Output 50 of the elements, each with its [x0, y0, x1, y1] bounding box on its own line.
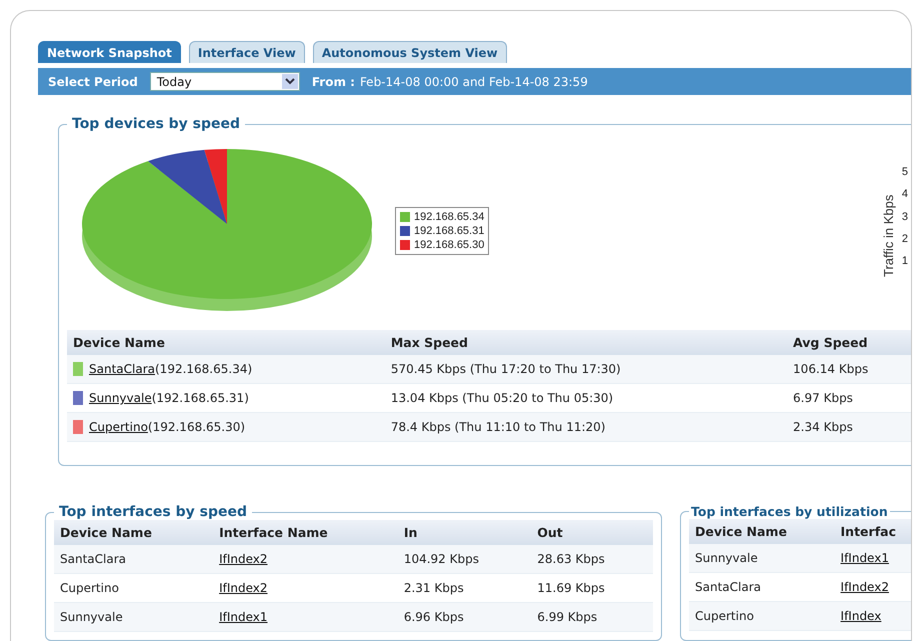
table-cell: Sunnyvale [689, 544, 835, 572]
table-cell: Cupertino [689, 602, 835, 630]
table-cell: 6.96 Kbps [398, 602, 532, 632]
device-ip: (192.168.65.34) [155, 362, 252, 376]
legend-label: 192.168.65.31 [414, 225, 484, 237]
axis-label: Traffic in Kbps [880, 194, 896, 277]
column-header: In [398, 520, 532, 545]
device-ip: (192.168.65.31) [152, 391, 249, 405]
column-header: Device Name [67, 330, 385, 355]
column-header: Interfac [834, 519, 911, 544]
table-cell: 2.34 Kbps [787, 412, 911, 442]
column-header: Out [531, 520, 653, 545]
column-header: Device Name [54, 520, 214, 545]
axis-tick: 3 [902, 210, 908, 222]
legend-label: 192.168.65.34 [414, 211, 484, 223]
tab[interactable]: Autonomous System View [312, 41, 507, 63]
device-link[interactable]: SantaClara [89, 362, 155, 376]
period-dropdown[interactable]: Today [150, 72, 300, 91]
tab[interactable]: Interface View [188, 41, 305, 63]
interface-link[interactable]: IfIndex1 [219, 610, 268, 624]
panel-title: Top devices by speed [71, 116, 242, 132]
axis-tick: 1 [902, 255, 908, 267]
column-header: Max Speed [384, 330, 788, 355]
device-link[interactable]: Cupertino [89, 420, 148, 434]
column-header: Interface Name [213, 520, 398, 545]
table-cell: 6.99 Kbps [531, 602, 653, 632]
panel-title: Top interfaces by speed [58, 504, 248, 520]
table-cell: 28.63 Kbps [531, 545, 653, 574]
interface-link[interactable]: IfIndex2 [840, 580, 889, 594]
axis-tick: 4 [902, 188, 908, 200]
device-link[interactable]: Sunnyvale [89, 391, 152, 405]
table-cell: 78.4 Kbps (Thu 11:10 to Thu 11:20) [384, 412, 788, 442]
device-ip: (192.168.65.30) [148, 420, 246, 434]
table-cell: 106.14 Kbps [787, 355, 911, 384]
range-label: From : [312, 74, 355, 88]
period-label: Select Period [48, 74, 138, 88]
panel-title: Top interfaces by utilization [690, 504, 889, 519]
column-header: Device Name [689, 519, 835, 544]
tab[interactable]: Network Snapshot [38, 41, 181, 63]
axis-tick: 2 [902, 232, 908, 245]
interface-link[interactable]: IfIndex2 [219, 581, 268, 595]
table-cell: 570.45 Kbps (Thu 17:20 to Thu 17:30) [384, 355, 788, 384]
legend-label: 192.168.65.30 [414, 239, 484, 251]
table-cell: Sunnyvale [54, 602, 214, 632]
table-cell: SantaClara [54, 545, 214, 574]
interface-link[interactable]: IfIndex2 [219, 552, 268, 566]
column-header: Avg Speed [787, 330, 911, 355]
date-range: Feb-14-08 00:00 and Feb-14-08 23:59 [360, 74, 588, 88]
axis-tick: 5 [902, 166, 908, 178]
table-cell: 104.92 Kbps [398, 545, 532, 574]
